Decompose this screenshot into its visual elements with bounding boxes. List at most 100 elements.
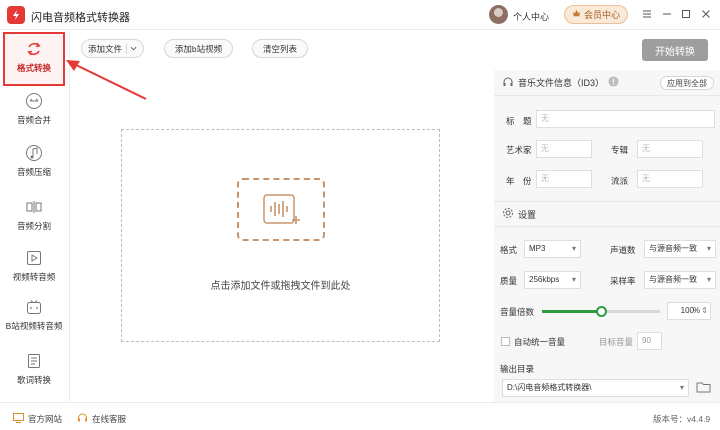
add-file-button[interactable]: 添加文件 xyxy=(81,39,144,58)
sidebar-item-split[interactable]: 音频分割 xyxy=(3,198,65,232)
sidebar-item-video-to-audio[interactable]: 视频转音频 xyxy=(3,249,65,283)
settings-header: 设置 xyxy=(494,201,720,227)
compress-icon xyxy=(26,145,42,161)
folder-icon[interactable] xyxy=(696,380,711,396)
sidebar-item-label: 音频分割 xyxy=(16,221,51,231)
app-title: 闪电音频格式转换器 xyxy=(31,12,130,24)
merge-icon xyxy=(26,93,42,109)
samplerate-value: 与源音频一致 xyxy=(649,275,697,284)
vip-icon xyxy=(572,9,581,20)
headset-icon xyxy=(77,413,88,425)
apply-all-label: 应用到全部 xyxy=(667,78,707,88)
app-logo-icon xyxy=(7,6,25,24)
split-icon xyxy=(26,201,42,213)
chevron-down-icon: ▾ xyxy=(706,275,711,284)
album-input[interactable]: 无 xyxy=(637,140,703,158)
convert-icon xyxy=(27,42,41,56)
unify-volume-label: 自动统一音量 xyxy=(514,337,566,347)
target-volume-label: 目标音量 xyxy=(599,337,634,347)
samplerate-select[interactable]: 与源音频一致 ▾ xyxy=(644,271,716,289)
id3-header: 音乐文件信息（ID3） 应用到全部 xyxy=(494,70,720,96)
target-volume-input[interactable]: 90 xyxy=(637,332,662,350)
sidebar-item-merge[interactable]: 音频合并 xyxy=(3,92,65,126)
volume-slider-thumb[interactable] xyxy=(596,306,607,317)
sidebar-item-compress[interactable]: 音频压缩 xyxy=(3,144,65,178)
info-icon[interactable] xyxy=(608,76,619,89)
quality-label: 质量 xyxy=(500,276,518,286)
vip-center-button[interactable]: 会员中心 xyxy=(564,5,628,24)
chevron-down-icon: ▾ xyxy=(571,275,576,284)
user-center-link[interactable]: 个人中心 xyxy=(513,10,549,23)
year-label: 年 份 xyxy=(506,176,532,186)
avatar[interactable] xyxy=(489,5,508,24)
channels-label: 声道数 xyxy=(610,245,636,255)
add-bilibili-label: 添加b站视频 xyxy=(174,43,223,54)
output-dir-label: 输出目录 xyxy=(500,364,535,374)
format-select[interactable]: MP3 ▾ xyxy=(524,240,581,258)
gear-icon xyxy=(502,207,514,221)
output-dir-value: D:\闪电音频格式转换器\ xyxy=(507,383,592,392)
start-convert-label: 开始转换 xyxy=(655,46,695,58)
support-link[interactable]: 在线客服 xyxy=(77,413,126,425)
monitor-icon xyxy=(13,413,24,425)
sidebar-item-label: 歌词转换 xyxy=(16,375,51,385)
quality-select[interactable]: 256kbps ▾ xyxy=(524,271,581,289)
chevron-down-icon: ▾ xyxy=(679,383,684,392)
format-value: MP3 xyxy=(529,244,546,253)
right-panel: 音乐文件信息（ID3） 应用到全部 标 题 无 艺术家 无 专辑 无 年 份 无… xyxy=(494,70,720,402)
annotation-arrow-icon xyxy=(66,60,147,100)
apply-all-button[interactable]: 应用到全部 xyxy=(660,76,714,90)
volume-unit: % xyxy=(692,306,700,315)
artist-input[interactable]: 无 xyxy=(536,140,592,158)
version-label: 版本号：v4.4.9 xyxy=(653,414,711,424)
close-icon[interactable] xyxy=(700,8,712,20)
start-convert-button[interactable]: 开始转换 xyxy=(642,39,708,61)
add-audio-icon[interactable] xyxy=(237,178,325,241)
channels-select[interactable]: 与源音频一致 ▾ xyxy=(644,240,716,258)
drop-zone[interactable]: 点击添加文件或拖拽文件到此处 xyxy=(121,129,440,342)
settings-title: 设置 xyxy=(518,209,537,220)
drop-hint: 点击添加文件或拖拽文件到此处 xyxy=(210,281,351,292)
channels-value: 与源音频一致 xyxy=(649,244,697,253)
chevron-down-icon: ▾ xyxy=(706,244,711,253)
clear-list-button[interactable]: 清空列表 xyxy=(252,39,308,58)
sidebar-item-label: 音频合并 xyxy=(16,115,51,125)
format-label: 格式 xyxy=(500,245,518,255)
sidebar-item-label: 音频压缩 xyxy=(16,167,51,177)
website-link[interactable]: 官方网站 xyxy=(13,413,62,425)
minimize-icon[interactable] xyxy=(661,8,673,20)
volume-input[interactable]: 100 % ⇕ xyxy=(667,302,711,320)
maximize-icon[interactable] xyxy=(680,8,692,20)
menu-icon[interactable] xyxy=(641,8,653,20)
stepper-icon[interactable]: ⇕ xyxy=(701,303,708,319)
volume-label: 音量倍数 xyxy=(500,307,535,317)
clear-list-label: 清空列表 xyxy=(262,43,297,54)
lyrics-icon xyxy=(28,354,40,368)
chevron-down-icon[interactable] xyxy=(126,43,137,54)
sidebar-item-label: B站视频转音频 xyxy=(5,321,63,331)
website-label: 官方网站 xyxy=(28,414,63,424)
title-input[interactable]: 无 xyxy=(536,110,715,128)
chevron-down-icon: ▾ xyxy=(571,244,576,253)
genre-input[interactable]: 无 xyxy=(637,170,703,188)
artist-label: 艺术家 xyxy=(506,145,532,155)
sidebar-item-lyrics[interactable]: 歌词转换 xyxy=(3,352,65,386)
samplerate-label: 采样率 xyxy=(610,276,636,286)
headphone-icon xyxy=(502,76,514,90)
vip-label: 会员中心 xyxy=(583,10,620,20)
bilibili-icon xyxy=(27,300,41,314)
volume-slider-fill xyxy=(542,310,601,313)
title-bar: 闪电音频格式转换器 个人中心 会员中心 xyxy=(0,0,720,30)
output-dir-select[interactable]: D:\闪电音频格式转换器\ ▾ xyxy=(502,379,689,397)
title-label: 标 题 xyxy=(506,116,532,126)
add-bilibili-button[interactable]: 添加b站视频 xyxy=(164,39,233,58)
status-bar: 官方网站 在线客服 版本号：v4.4.9 xyxy=(0,402,720,430)
album-label: 专辑 xyxy=(611,145,629,155)
year-input[interactable]: 无 xyxy=(536,170,592,188)
sidebar-item-bilibili[interactable]: B站视频转音频 xyxy=(3,298,65,332)
sidebar-item-format-convert[interactable]: 格式转换 xyxy=(3,32,65,86)
volume-slider[interactable] xyxy=(542,306,660,317)
sidebar-item-label: 格式转换 xyxy=(16,63,51,73)
unify-volume-checkbox[interactable] xyxy=(501,337,510,346)
video-to-audio-icon xyxy=(27,251,41,265)
